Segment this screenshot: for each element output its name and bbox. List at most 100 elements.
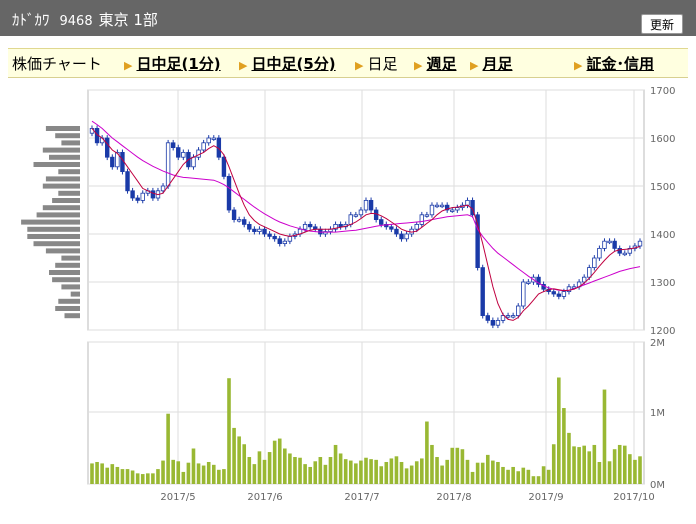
volume-bar xyxy=(90,463,94,484)
volume-bar xyxy=(146,473,150,484)
candle-body xyxy=(465,199,470,206)
candle-body xyxy=(201,142,206,151)
volume-bar xyxy=(252,464,257,484)
volume-bar xyxy=(389,458,394,484)
volume-bar xyxy=(211,464,216,484)
candle-body xyxy=(510,315,516,318)
volume-profile-bar xyxy=(27,226,80,232)
candle-body xyxy=(551,291,556,295)
volume-bar xyxy=(475,462,480,484)
volume-bar xyxy=(577,447,581,484)
candle-body xyxy=(439,204,445,208)
candle-body xyxy=(450,209,455,212)
volume-profile-bar xyxy=(45,176,80,182)
volume-bar xyxy=(567,432,571,484)
volume-bar xyxy=(313,461,318,484)
volume-bar xyxy=(602,389,607,484)
candle-body xyxy=(226,175,232,211)
volume-bar xyxy=(597,461,602,484)
candle-body xyxy=(587,267,592,278)
volume-bar xyxy=(526,469,531,484)
candle-body xyxy=(262,228,267,235)
candle-body xyxy=(455,207,460,211)
candle-body xyxy=(302,223,308,230)
volume-bar xyxy=(323,464,328,484)
candle-body xyxy=(429,204,435,216)
volume-bar xyxy=(455,447,460,484)
volume-bar xyxy=(298,457,302,484)
x-tick-label: 2017/6 xyxy=(247,492,282,503)
volume-profile-bar xyxy=(42,183,80,189)
volume-bar xyxy=(617,444,622,484)
volume-bar xyxy=(328,457,333,484)
volume-bar xyxy=(425,421,429,484)
volume-bar xyxy=(638,456,642,484)
volume-bar xyxy=(496,461,500,484)
volume-bar xyxy=(242,444,247,484)
candle-body xyxy=(191,156,196,168)
candle-body xyxy=(394,228,399,235)
candle-body xyxy=(637,240,643,247)
candle-body xyxy=(399,233,404,240)
candle-body xyxy=(231,209,237,220)
volume-tick-label: 1M xyxy=(650,408,665,419)
volume-tick-label: 0M xyxy=(650,480,665,491)
candle-body xyxy=(526,281,531,284)
volume-profile-bar xyxy=(61,284,80,290)
candle-body xyxy=(150,190,156,199)
volume-profile-bar xyxy=(58,190,80,196)
candle-body xyxy=(368,199,374,211)
candle-body xyxy=(236,219,242,222)
volume-bar xyxy=(536,476,541,484)
volume-profile-bar xyxy=(33,162,80,167)
volume-bar xyxy=(607,461,612,484)
volume-bar xyxy=(470,471,475,484)
volume-bar xyxy=(491,460,495,484)
volume-bar xyxy=(176,461,181,484)
volume-bar xyxy=(460,449,465,484)
volume-bar xyxy=(95,461,99,484)
volume-bar xyxy=(404,468,409,484)
candle-body xyxy=(414,223,419,230)
volume-bar xyxy=(247,457,252,484)
volume-bar xyxy=(394,456,399,484)
volume-profile-bar xyxy=(45,248,80,254)
candle-body xyxy=(363,199,369,211)
volume-bar xyxy=(562,408,566,484)
candle-body xyxy=(176,147,181,158)
candle-body xyxy=(348,214,353,225)
y-tick-label: 1400 xyxy=(650,230,675,241)
candle-body xyxy=(181,151,186,158)
candle-body xyxy=(480,267,485,317)
volume-bar xyxy=(288,453,292,484)
volume-bar xyxy=(232,427,236,484)
y-tick-label: 1300 xyxy=(650,278,675,289)
y-tick-label: 1600 xyxy=(650,134,675,145)
volume-bar xyxy=(222,469,226,484)
volume-bar xyxy=(166,413,170,484)
volume-profile-bar xyxy=(55,262,80,268)
x-tick-label: 2017/9 xyxy=(528,492,563,503)
volume-bar xyxy=(384,461,389,484)
volume-bar xyxy=(430,444,434,484)
candle-body xyxy=(419,214,425,225)
volume-profile-bar xyxy=(21,219,81,225)
candle-body xyxy=(379,219,384,225)
volume-bar xyxy=(557,377,561,484)
candle-body xyxy=(353,214,359,217)
volume-profile-bar xyxy=(58,169,80,175)
volume-profile-bar xyxy=(45,126,80,131)
volume-bar xyxy=(308,466,312,484)
volume-bar xyxy=(485,454,490,484)
candle-body xyxy=(424,214,430,217)
volume-profile-bar xyxy=(61,140,80,146)
candle-body xyxy=(495,319,501,326)
volume-bar xyxy=(628,454,632,484)
volume-bar xyxy=(318,457,323,484)
candle-body xyxy=(516,305,521,317)
candle-body xyxy=(485,315,490,321)
volume-bar xyxy=(414,461,419,484)
volume-bar xyxy=(369,459,373,484)
volume-bar xyxy=(359,460,363,484)
candle-body xyxy=(105,137,110,158)
